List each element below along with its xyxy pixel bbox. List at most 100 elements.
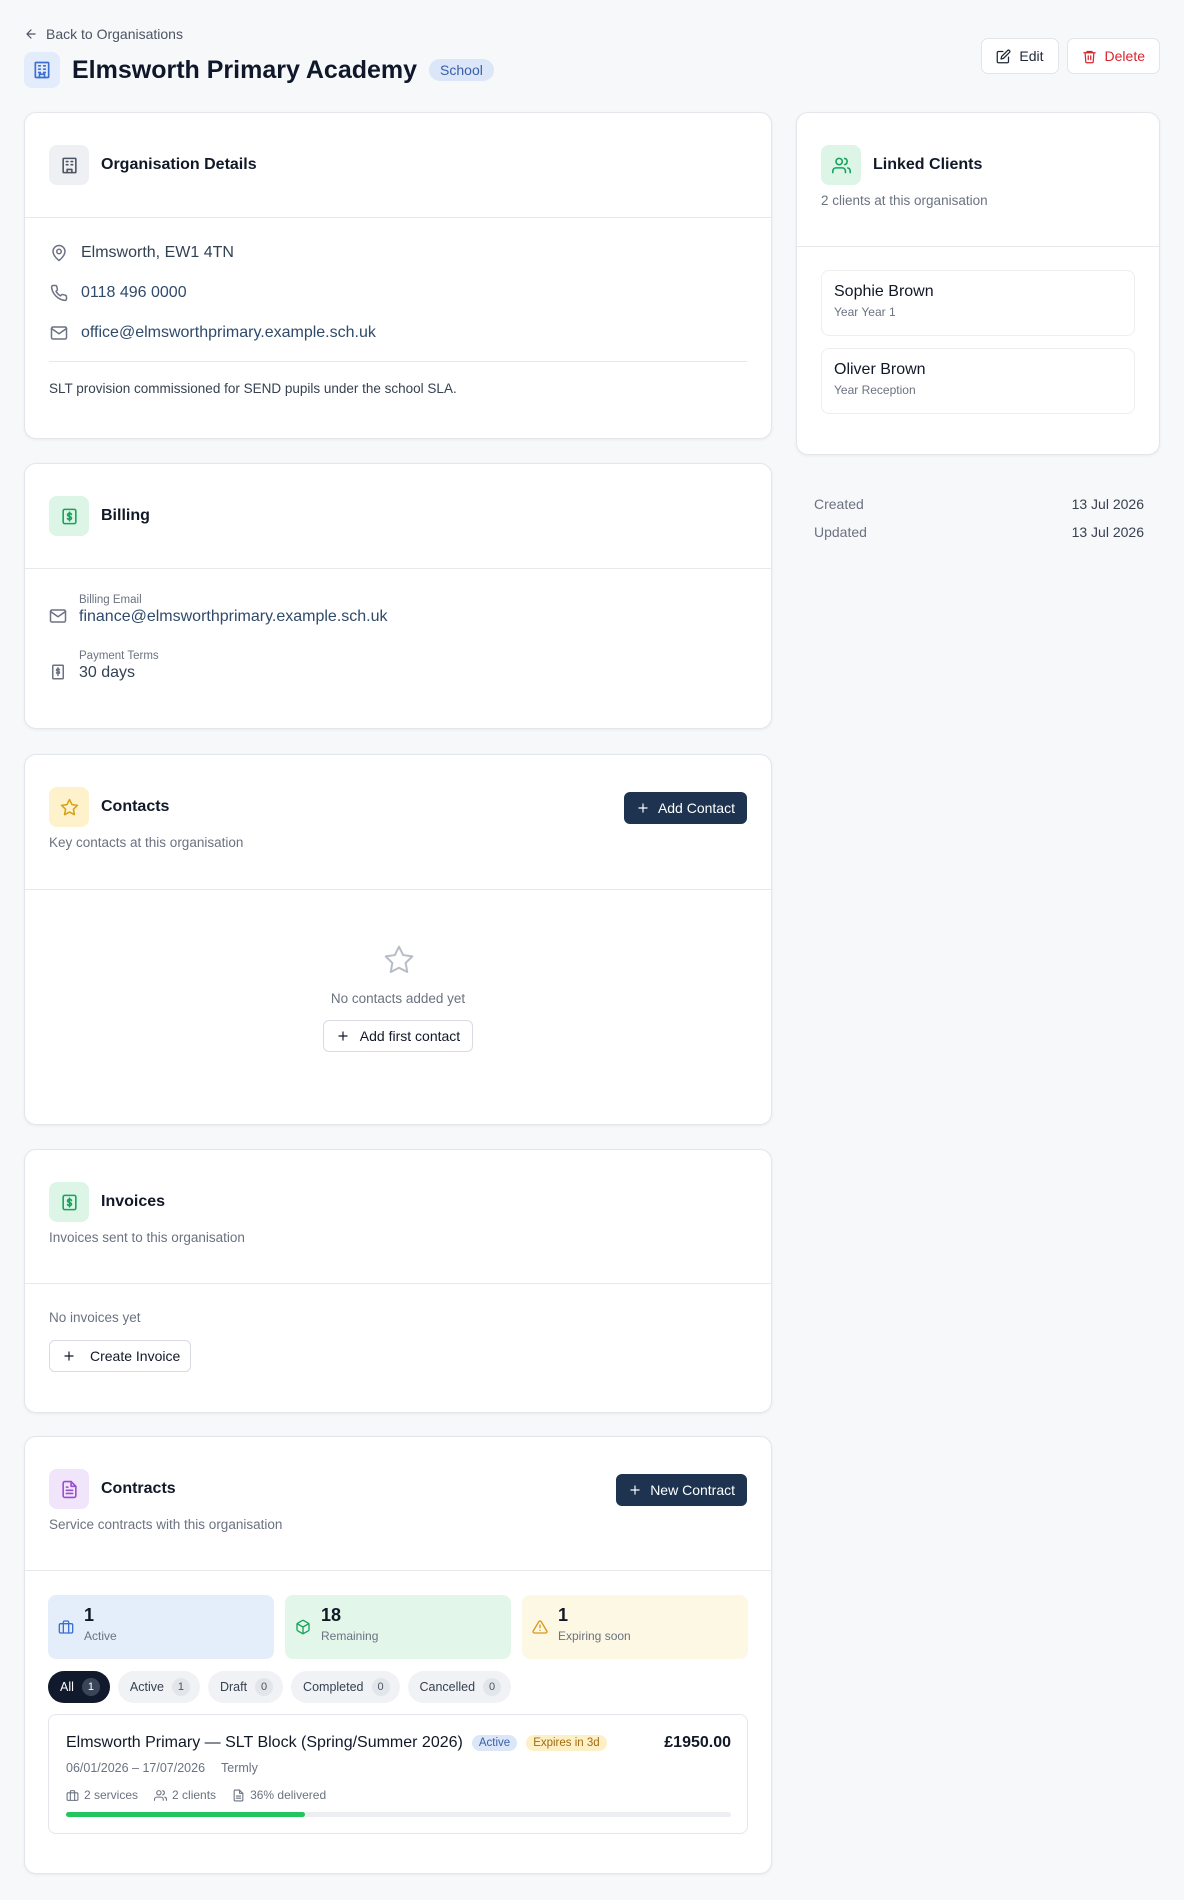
- stat-label: Active: [84, 1629, 117, 1643]
- create-invoice-label: Create Invoice: [90, 1348, 181, 1364]
- contract-frequency: Termly: [221, 1761, 258, 1775]
- mail-icon: [49, 323, 69, 343]
- star-icon: [49, 787, 89, 827]
- tab-completed[interactable]: Completed 0: [291, 1671, 400, 1703]
- receipt-icon: [49, 663, 67, 682]
- contract-amount: £1950.00: [664, 1734, 731, 1751]
- created-row: Created 13 Jul 2026: [814, 496, 1144, 512]
- tab-label: Cancelled: [419, 1680, 476, 1694]
- tab-count: 0: [255, 1678, 274, 1696]
- empty-invoices-text: No invoices yet: [49, 1310, 141, 1325]
- contract-delivered: 36% delivered: [250, 1788, 327, 1802]
- address-text: Elmsworth, EW1 4TN: [81, 244, 234, 261]
- stat-value: 1: [84, 1605, 95, 1625]
- file-text-icon: [49, 1469, 89, 1509]
- card-title: Organisation Details: [101, 156, 257, 173]
- card-subtitle: 2 clients at this organisation: [821, 193, 988, 208]
- star-outline-icon: [383, 944, 415, 976]
- back-link-label: Back to Organisations: [46, 26, 183, 42]
- add-first-contact-button[interactable]: Add first contact: [322, 1020, 474, 1052]
- plus-icon: [636, 801, 650, 815]
- tab-count: 0: [483, 1678, 502, 1696]
- card-title: Contracts: [101, 1480, 176, 1497]
- trash-icon: [1082, 49, 1097, 64]
- mail-icon: [49, 607, 67, 626]
- updated-row: Updated 13 Jul 2026: [814, 524, 1144, 540]
- add-first-contact-label: Add first contact: [359, 1028, 461, 1044]
- billing-card: Billing Billing Email finance@elmsworthp…: [24, 463, 772, 729]
- contract-dates: 06/01/2026 – 17/07/2026: [66, 1761, 206, 1775]
- users-icon: [154, 1789, 168, 1802]
- payment-terms-label: Payment Terms: [79, 650, 159, 662]
- plus-icon: [62, 1349, 76, 1363]
- status-badge: Active: [471, 1735, 518, 1751]
- tab-label: All: [60, 1680, 74, 1694]
- tab-count: 1: [171, 1678, 190, 1696]
- empty-contacts-text: No contacts added yet: [330, 991, 466, 1006]
- delete-button-label: Delete: [1104, 48, 1145, 64]
- contract-title: Elmsworth Primary — SLT Block (Spring/Su…: [66, 1734, 463, 1751]
- tab-count: 1: [81, 1678, 100, 1696]
- stat-label: Expiring soon: [558, 1629, 631, 1643]
- stat-value: 18: [321, 1605, 342, 1625]
- phone-link[interactable]: 0118 496 0000: [81, 284, 187, 302]
- stat-expiring: 1 Expiring soon: [522, 1595, 748, 1659]
- new-contract-button[interactable]: New Contract: [616, 1474, 747, 1506]
- edit-icon: [996, 49, 1011, 64]
- dollar-icon: [49, 496, 89, 536]
- edit-button[interactable]: Edit: [981, 38, 1059, 74]
- briefcase-icon: [66, 1789, 79, 1802]
- client-item[interactable]: Sophie Brown Year Year 1: [821, 270, 1135, 336]
- card-subtitle: Key contacts at this organisation: [49, 835, 244, 850]
- users-icon: [821, 145, 861, 185]
- tab-active[interactable]: Active 1: [117, 1671, 200, 1703]
- package-icon: [295, 1619, 311, 1649]
- create-invoice-button[interactable]: Create Invoice: [49, 1340, 192, 1372]
- progress-fill: [66, 1812, 306, 1817]
- email-row[interactable]: office@elmsworthprimary.example.sch.uk: [49, 323, 376, 343]
- tab-all[interactable]: All 1: [48, 1671, 110, 1703]
- dollar-icon: [49, 1182, 89, 1222]
- updated-label: Updated: [814, 524, 867, 540]
- arrow-left-icon: [24, 27, 38, 41]
- billing-email-link[interactable]: finance@elmsworthprimary.example.sch.uk: [79, 608, 388, 626]
- map-pin-icon: [49, 243, 69, 263]
- card-subtitle: Invoices sent to this organisation: [49, 1230, 245, 1245]
- contract-filter-tabs: All 1 Active 1 Draft 0 Completed 0 Cance…: [48, 1671, 512, 1703]
- contract-item[interactable]: Elmsworth Primary — SLT Block (Spring/Su…: [48, 1714, 748, 1834]
- tab-label: Draft: [219, 1680, 248, 1694]
- client-item[interactable]: Oliver Brown Year Reception: [821, 348, 1135, 414]
- client-name: Sophie Brown: [834, 283, 934, 300]
- expiry-badge: Expires in 3d: [526, 1735, 607, 1751]
- email-link[interactable]: office@elmsworthprimary.example.sch.uk: [81, 324, 376, 342]
- page-title: Elmsworth Primary Academy: [72, 55, 418, 84]
- invoices-card: Invoices Invoices sent to this organisat…: [24, 1149, 772, 1413]
- briefcase-icon: [58, 1619, 74, 1649]
- phone-row[interactable]: 0118 496 0000: [49, 283, 187, 303]
- card-title: Invoices: [101, 1193, 166, 1210]
- client-year: Year Reception: [834, 383, 916, 397]
- progress-track: [66, 1812, 731, 1817]
- card-subtitle: Service contracts with this organisation: [49, 1517, 283, 1532]
- billing-email-row: Billing Email finance@elmsworthprimary.e…: [49, 594, 388, 626]
- type-badge: School: [429, 59, 494, 81]
- building-icon: [24, 52, 60, 88]
- file-icon: [232, 1789, 245, 1802]
- tab-cancelled[interactable]: Cancelled 0: [407, 1671, 512, 1703]
- plus-icon: [628, 1483, 642, 1497]
- contacts-card: Contacts Key contacts at this organisati…: [24, 754, 772, 1125]
- delete-button[interactable]: Delete: [1066, 38, 1160, 74]
- client-year: Year Year 1: [834, 305, 896, 319]
- edit-button-label: Edit: [1019, 48, 1044, 64]
- card-title: Billing: [101, 507, 150, 524]
- add-contact-button[interactable]: Add Contact: [623, 792, 747, 824]
- created-label: Created: [814, 496, 864, 512]
- new-contract-label: New Contract: [650, 1482, 735, 1498]
- contract-services: 2 services: [84, 1788, 139, 1802]
- payment-terms-row: Payment Terms 30 days: [49, 650, 159, 682]
- tab-draft[interactable]: Draft 0: [207, 1671, 284, 1703]
- back-link[interactable]: Back to Organisations: [24, 24, 183, 44]
- client-name: Oliver Brown: [834, 361, 926, 378]
- organisation-details-card: Organisation Details Elmsworth, EW1 4TN …: [24, 112, 772, 439]
- created-value: 13 Jul 2026: [1071, 496, 1144, 512]
